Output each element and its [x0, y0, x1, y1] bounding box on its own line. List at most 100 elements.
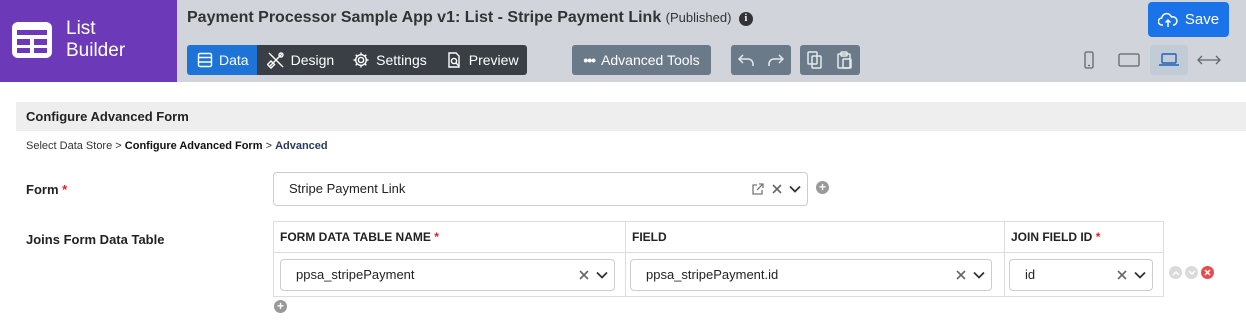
field-select[interactable]: ppsa_stripePayment.id	[630, 259, 992, 291]
form-label-text: Form	[26, 182, 59, 197]
copy-icon	[807, 51, 822, 69]
required-mark: *	[434, 230, 439, 244]
field-value: ppsa_stripePayment.id	[646, 267, 779, 282]
required-mark: *	[1095, 230, 1101, 244]
design-tools-icon	[266, 52, 284, 69]
add-join-row-button[interactable]: +	[274, 300, 287, 313]
chevron-down-icon	[596, 271, 608, 279]
undo-icon	[737, 54, 754, 66]
clear-x-icon[interactable]	[956, 270, 966, 280]
tab-preview-label: Preview	[468, 52, 519, 68]
required-mark: *	[62, 182, 68, 197]
tab-settings-label: Settings	[376, 52, 427, 68]
device-fullwidth[interactable]	[1190, 45, 1228, 75]
section-title: Configure Advanced Form	[16, 102, 1246, 131]
undo-redo-group	[731, 45, 791, 75]
brand-block: List Builder	[0, 0, 177, 82]
clear-x-icon[interactable]	[772, 184, 782, 194]
tablet-icon	[1118, 53, 1140, 67]
form-select-controls	[751, 173, 801, 205]
form-select-value: Stripe Payment Link	[289, 181, 406, 196]
top-header: List Builder Payment Processor Sample Ap…	[0, 0, 1246, 82]
column-form-data-table: FORM DATA TABLE NAME * ppsa_stripePaymen…	[274, 222, 626, 296]
table-name-select[interactable]: ppsa_stripePayment	[280, 259, 615, 291]
row-actions	[1169, 266, 1214, 279]
app-title-text: Payment Processor Sample App v1: List - …	[187, 9, 662, 26]
joins-field-label: Joins Form Data Table	[26, 232, 165, 247]
more-dots-icon: •••	[583, 52, 596, 68]
column-header-text: JOIN FIELD ID	[1011, 230, 1093, 244]
chevron-up-icon	[1171, 270, 1180, 276]
device-mobile[interactable]	[1070, 45, 1108, 75]
chevron-down-icon	[973, 271, 985, 279]
laptop-icon	[1159, 53, 1179, 66]
paste-button[interactable]	[830, 45, 860, 75]
paste-icon	[837, 51, 852, 69]
save-button[interactable]: Save	[1148, 2, 1229, 37]
redo-button[interactable]	[761, 45, 791, 75]
move-down-button[interactable]	[1185, 266, 1198, 279]
joins-table: FORM DATA TABLE NAME * ppsa_stripePaymen…	[273, 221, 1164, 297]
column-header-text: FORM DATA TABLE NAME	[280, 230, 431, 244]
select-controls	[579, 260, 608, 290]
device-tablet[interactable]	[1110, 45, 1148, 75]
chevron-down-icon	[789, 185, 801, 193]
column-header: FIELD	[626, 222, 1004, 253]
brand-name: List Builder	[66, 18, 125, 62]
cloud-upload-icon	[1157, 12, 1178, 27]
redo-icon	[768, 54, 785, 66]
add-form-button[interactable]: +	[816, 181, 829, 194]
table-icon	[197, 52, 213, 68]
page-title: Payment Processor Sample App v1: List - …	[187, 9, 753, 27]
clear-x-icon[interactable]	[1117, 270, 1127, 280]
device-preview-toggle	[1070, 45, 1228, 75]
list-builder-logo-icon	[12, 22, 52, 58]
copy-paste-group	[800, 45, 860, 75]
tab-settings[interactable]: Settings	[342, 45, 435, 75]
advanced-tools-label: Advanced Tools	[601, 52, 700, 68]
breadcrumb-separator: >	[265, 140, 272, 152]
column-header: FORM DATA TABLE NAME *	[274, 222, 625, 253]
undo-button[interactable]	[731, 45, 761, 75]
mobile-icon	[1084, 51, 1094, 69]
tab-design[interactable]: Design	[256, 45, 343, 75]
clear-x-icon[interactable]	[579, 270, 589, 280]
breadcrumb-separator: >	[115, 140, 122, 152]
column-field: FIELD ppsa_stripePayment.id	[626, 222, 1005, 296]
column-header-text: FIELD	[632, 230, 667, 244]
expand-width-icon	[1197, 55, 1221, 65]
breadcrumb: Select Data Store > Configure Advanced F…	[26, 140, 328, 152]
main-tabs: Data Design Settings Preview	[187, 45, 527, 75]
breadcrumb-step-advanced[interactable]: Advanced	[275, 140, 328, 152]
breadcrumb-step-configure[interactable]: Configure Advanced Form	[125, 140, 263, 152]
chevron-down-icon	[1187, 269, 1196, 275]
save-label: Save	[1184, 11, 1220, 28]
tab-data[interactable]: Data	[187, 45, 257, 75]
move-up-button[interactable]	[1169, 266, 1182, 279]
external-link-icon[interactable]	[751, 182, 765, 196]
remove-row-button[interactable]	[1201, 266, 1214, 279]
tab-data-label: Data	[219, 52, 249, 68]
preview-icon	[448, 52, 460, 68]
close-icon	[1204, 269, 1211, 276]
select-controls	[1117, 260, 1146, 290]
join-field-id-select[interactable]: id	[1009, 259, 1153, 291]
publish-status: (Published)	[665, 10, 732, 25]
brand-line-2: Builder	[66, 40, 126, 61]
form-field-label: Form *	[26, 182, 67, 197]
tab-preview[interactable]: Preview	[434, 45, 527, 75]
form-select[interactable]: Stripe Payment Link	[273, 172, 808, 206]
column-header: JOIN FIELD ID *	[1005, 222, 1163, 253]
column-join-field-id: JOIN FIELD ID * id	[1005, 222, 1163, 296]
select-controls	[956, 260, 985, 290]
join-field-id-value: id	[1025, 267, 1036, 282]
advanced-tools-button[interactable]: ••• Advanced Tools	[572, 45, 711, 75]
copy-button[interactable]	[800, 45, 830, 75]
chevron-down-icon	[1134, 271, 1146, 279]
breadcrumb-step-select-data-store[interactable]: Select Data Store	[26, 140, 112, 152]
table-name-value: ppsa_stripePayment	[296, 267, 415, 282]
gear-icon	[353, 52, 369, 68]
device-laptop[interactable]	[1150, 45, 1188, 75]
tab-design-label: Design	[290, 52, 335, 68]
info-icon[interactable]: i	[738, 12, 753, 26]
